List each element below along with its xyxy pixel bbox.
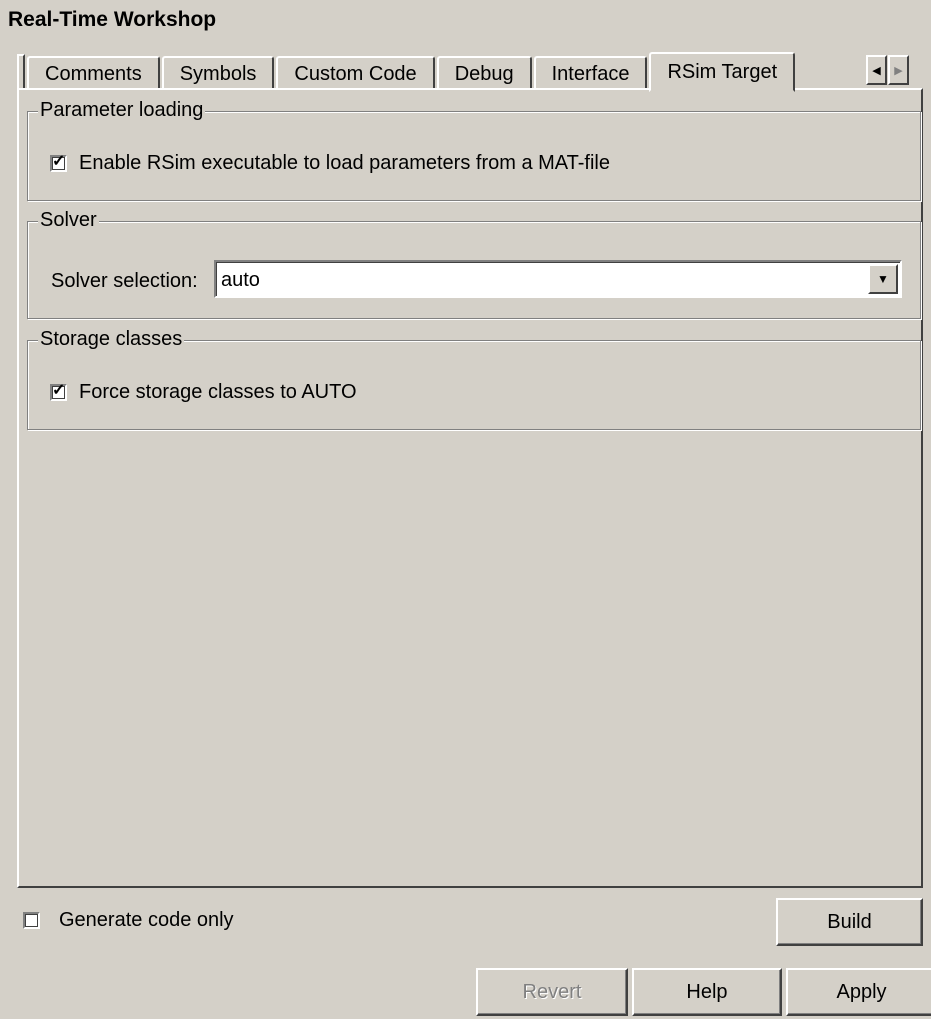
solver-selection-value: auto xyxy=(221,269,260,291)
checkmark-icon: ✓ xyxy=(52,153,66,170)
generate-code-only-row[interactable]: Generate code only xyxy=(23,909,234,932)
dropdown-arrow-button[interactable]: ▼ xyxy=(868,264,898,294)
tab-strip: Comments Symbols Custom Code Debug Inter… xyxy=(17,50,797,92)
tab-interface[interactable]: Interface xyxy=(533,56,648,90)
rsim-target-panel: Parameter loading ✓ Enable RSim executab… xyxy=(17,88,923,888)
triangle-right-icon: ▶ xyxy=(894,64,903,77)
parameter-loading-group: Parameter loading ✓ Enable RSim executab… xyxy=(27,99,921,201)
force-auto-checkbox[interactable]: ✓ xyxy=(50,382,67,401)
apply-button[interactable]: Apply xyxy=(786,968,931,1016)
tab-comments[interactable]: Comments xyxy=(27,56,160,90)
triangle-left-icon: ◀ xyxy=(872,64,881,77)
group-legend: Solver xyxy=(38,209,99,232)
tab-debug[interactable]: Debug xyxy=(436,56,532,90)
tab-rsim-target[interactable]: RSim Target xyxy=(649,52,796,92)
group-legend: Parameter loading xyxy=(38,99,206,122)
load-params-checkbox-row[interactable]: ✓ Enable RSim executable to load paramet… xyxy=(50,152,610,175)
storage-classes-group: Storage classes ✓ Force storage classes … xyxy=(27,328,921,430)
tab-scroll-left-button[interactable]: ◀ xyxy=(866,55,887,85)
checkbox-label: Enable RSim executable to load parameter… xyxy=(79,152,610,174)
group-legend: Storage classes xyxy=(38,328,185,351)
tab-custom-code[interactable]: Custom Code xyxy=(276,56,435,90)
checkmark-icon: ✓ xyxy=(52,382,66,399)
load-params-checkbox[interactable]: ✓ xyxy=(50,153,67,172)
solver-selection-label: Solver selection: xyxy=(51,270,198,292)
generate-code-only-label: Generate code only xyxy=(59,909,234,931)
force-auto-checkbox-row[interactable]: ✓ Force storage classes to AUTO xyxy=(50,381,357,404)
tab-overflow-edge xyxy=(17,54,25,90)
window-title: Real-Time Workshop xyxy=(8,8,217,31)
help-button[interactable]: Help xyxy=(632,968,782,1016)
chevron-down-icon: ▼ xyxy=(877,272,889,286)
tab-symbols[interactable]: Symbols xyxy=(161,56,275,90)
revert-button[interactable]: Revert xyxy=(476,968,628,1016)
checkbox-label: Force storage classes to AUTO xyxy=(79,381,357,403)
build-button[interactable]: Build xyxy=(776,898,923,946)
generate-code-only-checkbox[interactable] xyxy=(23,912,40,929)
solver-selection-dropdown[interactable]: auto ▼ xyxy=(214,260,902,298)
tab-scroll-right-button[interactable]: ▶ xyxy=(888,55,909,85)
solver-group: Solver Solver selection: auto ▼ xyxy=(27,209,921,319)
